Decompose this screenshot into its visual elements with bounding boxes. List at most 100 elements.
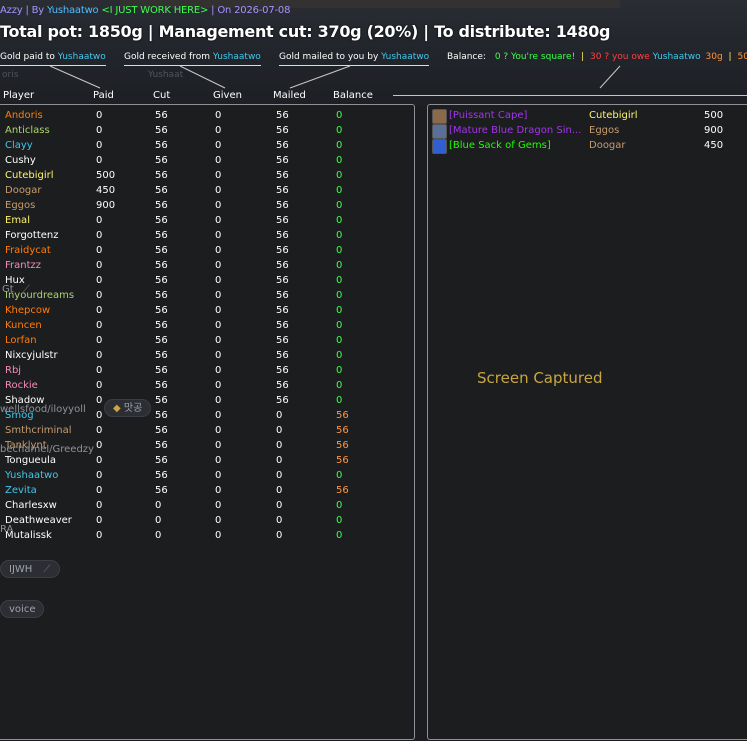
table-row[interactable]: Hux 0 56 0 56 0 bbox=[0, 273, 410, 288]
paid-value: 0 bbox=[96, 515, 103, 526]
loot-row[interactable]: [Puissant Cape] Cutebigirl 500 bbox=[430, 108, 745, 124]
table-row[interactable]: Yushaatwo 0 56 0 0 0 bbox=[0, 468, 410, 483]
overlay-voice-text: voice bbox=[9, 604, 36, 615]
table-row[interactable]: Nixcyjulstr 0 56 0 56 0 bbox=[0, 348, 410, 363]
table-row[interactable]: Inyourdreams 0 56 0 56 0 bbox=[0, 288, 410, 303]
paid-value: 450 bbox=[96, 185, 116, 196]
given-value: 0 bbox=[215, 245, 222, 256]
player-name: Frantzz bbox=[5, 260, 42, 271]
balance-value: 56 bbox=[336, 410, 349, 421]
loot-item-link[interactable]: [Blue Sack of Gems] bbox=[449, 138, 551, 153]
mailed-value: 56 bbox=[276, 170, 289, 181]
paid-value: 0 bbox=[96, 455, 103, 466]
paid-value: 0 bbox=[96, 530, 103, 541]
gem-sack-icon bbox=[432, 139, 447, 154]
given-value: 0 bbox=[215, 410, 222, 421]
overlay-gt: Gt ⟋ bbox=[2, 284, 30, 295]
balance-value: 0 bbox=[336, 395, 343, 406]
cut-value: 56 bbox=[155, 215, 168, 226]
given-value: 0 bbox=[215, 425, 222, 436]
column-header-balance[interactable]: Balance bbox=[333, 90, 373, 101]
table-row[interactable]: Smthcriminal 0 56 0 0 56 bbox=[0, 423, 410, 438]
loot-item-link[interactable]: [Mature Blue Dragon Sin... bbox=[449, 123, 581, 138]
given-value: 0 bbox=[215, 275, 222, 286]
balance-value: 0 bbox=[336, 260, 343, 271]
player-name: Smthcriminal bbox=[5, 425, 72, 436]
cut-value: 56 bbox=[155, 200, 168, 211]
cut-value: 56 bbox=[155, 305, 168, 316]
loot-winner: Doogar bbox=[589, 140, 626, 151]
table-row[interactable]: Charlesxw 0 0 0 0 0 bbox=[0, 498, 410, 513]
table-row[interactable]: Anticlass 0 56 0 56 0 bbox=[0, 123, 410, 138]
table-row[interactable]: Khepcow 0 56 0 56 0 bbox=[0, 303, 410, 318]
table-row[interactable]: Deathweaver 0 0 0 0 0 bbox=[0, 513, 410, 528]
player-name: Khepcow bbox=[5, 305, 51, 316]
overlay-ijwh-pill[interactable]: IJWH ⟋ bbox=[0, 560, 60, 578]
column-header-player[interactable]: Player bbox=[3, 90, 34, 101]
mailed-value: 56 bbox=[276, 185, 289, 196]
given-value: 0 bbox=[215, 140, 222, 151]
table-row[interactable]: Kuncen 0 56 0 56 0 bbox=[0, 318, 410, 333]
table-row[interactable]: Tongueula 0 56 0 0 56 bbox=[0, 453, 410, 468]
given-value: 0 bbox=[215, 260, 222, 271]
cut-value: 0 bbox=[155, 515, 162, 526]
table-row[interactable]: Mutalissk 0 0 0 0 0 bbox=[0, 528, 410, 543]
player-name: Yushaatwo bbox=[5, 470, 59, 481]
given-value: 0 bbox=[215, 230, 222, 241]
given-value: 0 bbox=[215, 395, 222, 406]
loot-item-link[interactable]: [Puissant Cape] bbox=[449, 108, 527, 123]
table-row[interactable]: Lorfan 0 56 0 56 0 bbox=[0, 333, 410, 348]
raid-guild: Azzy bbox=[0, 5, 23, 16]
balance-value: 0 bbox=[336, 380, 343, 391]
overlay-bechamel: bechamel/Greedzy bbox=[0, 444, 94, 455]
mute-icon: ⟋ bbox=[43, 564, 51, 575]
mailed-value: 0 bbox=[276, 440, 283, 451]
overlay-matgong-pill[interactable]: ◆ 맛공 bbox=[104, 399, 152, 417]
mailed-value: 0 bbox=[276, 500, 283, 511]
table-row[interactable]: Clayy 0 56 0 56 0 bbox=[0, 138, 410, 153]
overlay-matgong-text: 맛공 bbox=[123, 403, 143, 414]
balance-value: 0 bbox=[336, 500, 343, 511]
player-name: Kuncen bbox=[5, 320, 42, 331]
loot-row[interactable]: [Mature Blue Dragon Sin... Eggos 900 bbox=[430, 123, 745, 139]
table-row[interactable]: Emal 0 56 0 56 0 bbox=[0, 213, 410, 228]
player-name: Deathweaver bbox=[5, 515, 72, 526]
given-value: 0 bbox=[215, 470, 222, 481]
table-row[interactable]: Rbj 0 56 0 56 0 bbox=[0, 363, 410, 378]
header-rule bbox=[393, 95, 747, 96]
loot-row[interactable]: [Blue Sack of Gems] Doogar 450 bbox=[430, 138, 745, 154]
table-row[interactable]: Cutebigirl 500 56 0 56 0 bbox=[0, 168, 410, 183]
overlay-ijwh-text: IJWH bbox=[9, 564, 33, 575]
cut-value: 56 bbox=[155, 440, 168, 451]
table-row[interactable]: Forgottenz 0 56 0 56 0 bbox=[0, 228, 410, 243]
column-header-given[interactable]: Given bbox=[213, 90, 242, 101]
balance-value: 0 bbox=[336, 515, 343, 526]
table-row[interactable]: Frantzz 0 56 0 56 0 bbox=[0, 258, 410, 273]
table-row[interactable]: Zevita 0 56 0 0 56 bbox=[0, 483, 410, 498]
cut-value: 56 bbox=[155, 155, 168, 166]
table-row[interactable]: Doogar 450 56 0 56 0 bbox=[0, 183, 410, 198]
paid-value: 0 bbox=[96, 425, 103, 436]
table-row[interactable]: Rockie 0 56 0 56 0 bbox=[0, 378, 410, 393]
balance-value: 0 bbox=[336, 185, 343, 196]
column-header-mailed[interactable]: Mailed bbox=[273, 90, 306, 101]
mailed-value: 56 bbox=[276, 140, 289, 151]
mailed-value: 56 bbox=[276, 230, 289, 241]
column-header-paid[interactable]: Paid bbox=[93, 90, 114, 101]
mailed-value: 0 bbox=[276, 455, 283, 466]
balance-value: 0 bbox=[336, 470, 343, 481]
paid-value: 0 bbox=[96, 365, 103, 376]
player-name: Rockie bbox=[5, 380, 38, 391]
column-header-cut[interactable]: Cut bbox=[153, 90, 170, 101]
table-row[interactable]: Eggos 900 56 0 56 0 bbox=[0, 198, 410, 213]
paid-value: 0 bbox=[96, 470, 103, 481]
table-row[interactable]: Andoris 0 56 0 56 0 bbox=[0, 108, 410, 123]
given-value: 0 bbox=[215, 215, 222, 226]
paid-value: 0 bbox=[96, 485, 103, 496]
table-row[interactable]: Fraidycat 0 56 0 56 0 bbox=[0, 243, 410, 258]
given-value: 0 bbox=[215, 320, 222, 331]
cut-value: 56 bbox=[155, 245, 168, 256]
overlay-voice-pill[interactable]: voice bbox=[0, 600, 45, 618]
paid-value: 0 bbox=[96, 140, 103, 151]
table-row[interactable]: Cushy 0 56 0 56 0 bbox=[0, 153, 410, 168]
